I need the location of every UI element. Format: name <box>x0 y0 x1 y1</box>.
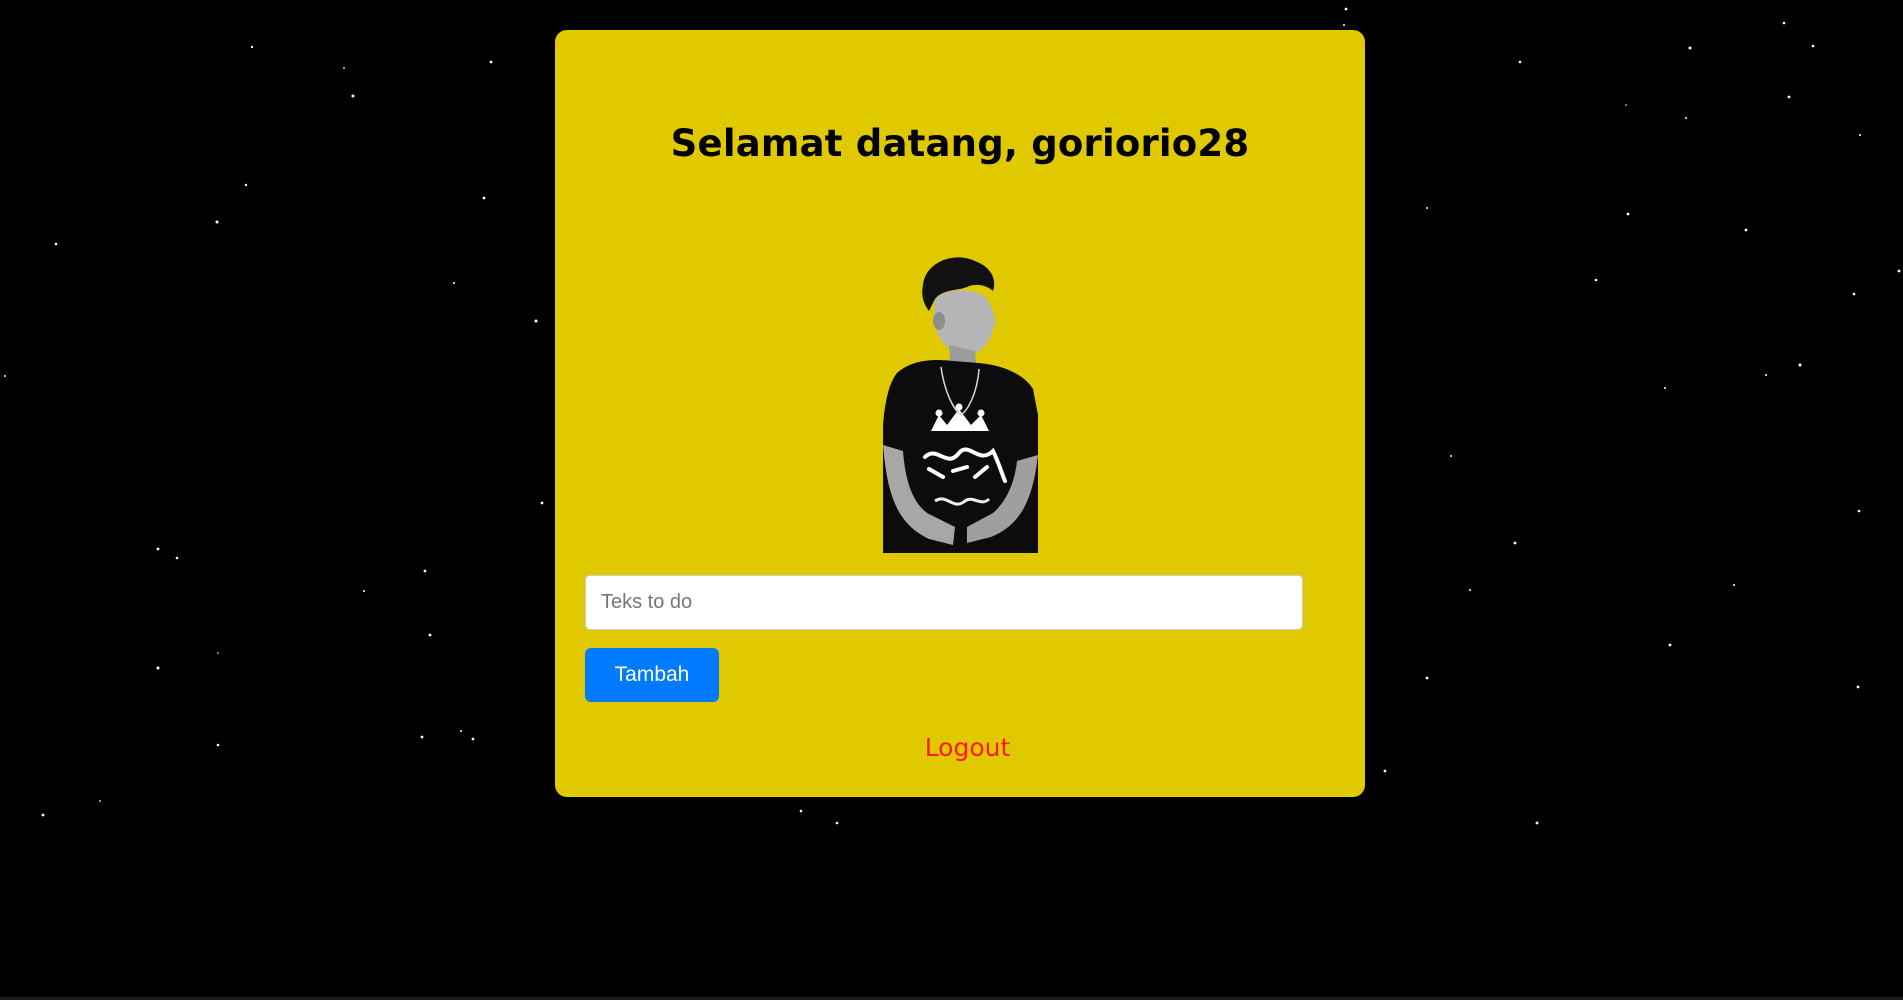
welcome-card: Selamat datang, goriorio28 Tambah Logout <box>555 30 1365 797</box>
todo-text-input[interactable] <box>585 575 1303 630</box>
add-todo-button[interactable]: Tambah <box>585 648 719 702</box>
logout-link[interactable]: Logout <box>555 733 1365 762</box>
logout-label: Logout <box>924 733 1011 762</box>
user-photo <box>883 257 1038 553</box>
page-title: Selamat datang, goriorio28 <box>670 122 1250 165</box>
